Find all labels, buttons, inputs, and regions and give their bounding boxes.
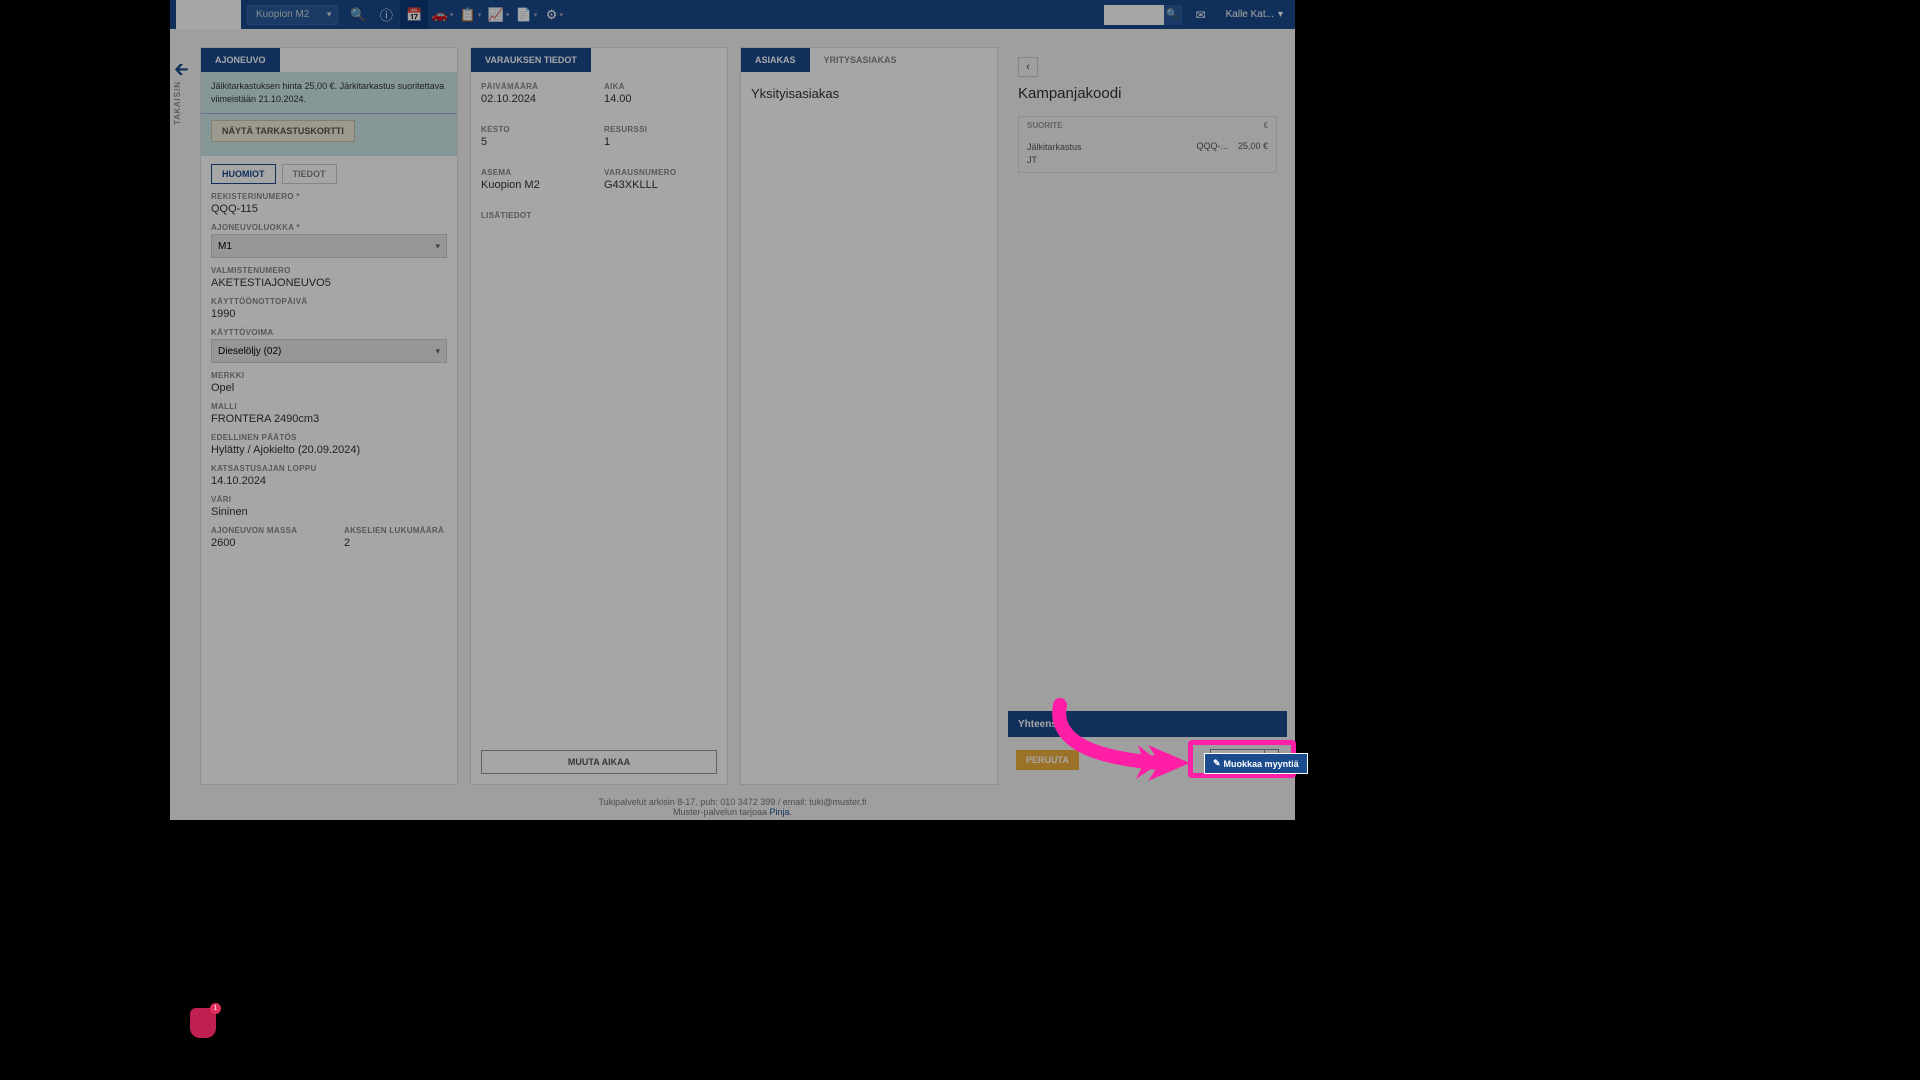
panel-back-button[interactable]: ‹ (1018, 57, 1038, 77)
value-inspect-end: 14.10.2024 (211, 475, 447, 487)
campaign-panel: ‹ Kampanjakoodi SUORITE € Jälkitarkastus… (1008, 47, 1287, 785)
item-price: 25,00 € (1238, 141, 1268, 151)
price-table: SUORITE € Jälkitarkastus JT QQQ-... 25,0… (1018, 116, 1277, 173)
value-vin: AKETESTIAJONEUVO5 (211, 277, 447, 289)
value-duration: 5 (481, 136, 594, 148)
label-vin: VALMISTENUMERO (211, 266, 447, 275)
value-resnum: G43XKLLL (604, 179, 717, 191)
label-resnum: VARAUSNUMERO (604, 168, 717, 177)
label-commission: KÄYTTÖÖNOTTOPÄIVÄ (211, 297, 447, 306)
select-class[interactable]: M1 (211, 234, 447, 258)
tab-business-customer[interactable]: Yritysasiakas (810, 48, 911, 72)
value-model: FRONTERA 2490cm3 (211, 413, 447, 425)
value-station: Kuopion M2 (481, 179, 594, 191)
value-commission: 1990 (211, 308, 447, 320)
car-icon[interactable]: 🚗▾ (428, 0, 456, 29)
label-duration: KESTO (481, 125, 594, 134)
th-suorite: SUORITE (1027, 121, 1063, 130)
label-inspect-end: KATSASTUSAJAN LOPPU (211, 464, 447, 473)
label-resource: RESURSSI (604, 125, 717, 134)
value-make: Opel (211, 382, 447, 394)
chart-icon[interactable]: 📈▾ (484, 0, 512, 29)
label-color: VÄRI (211, 495, 447, 504)
gear-icon[interactable]: ⚙▾ (540, 0, 568, 29)
subtab-huomiot[interactable]: HUOMIOT (211, 164, 276, 184)
search-nav-icon[interactable]: 🔍 (344, 0, 372, 29)
label-fuel: KÄYTTÖVOIMA (211, 328, 447, 337)
change-time-button[interactable]: MUUTA AIKAA (481, 750, 717, 774)
label-axles: AKSELIEN LUKUMÄÄRÄ (344, 526, 447, 535)
value-prev: Hylätty / Ajokielto (20.09.2024) (211, 444, 447, 456)
value-time: 14.00 (604, 93, 717, 105)
vehicle-panel: AJONEUVO Jälkitarkastuksen hinta 25,00 €… (200, 47, 458, 785)
label-time: AIKA (604, 82, 717, 91)
select-fuel[interactable]: Dieselöljy (02) (211, 339, 447, 363)
label-station: ASEMA (481, 168, 594, 177)
inspection-alert: Jälkitarkastuksen hinta 25,00 €. Järkita… (201, 72, 457, 114)
value-resource: 1 (604, 136, 717, 148)
value-reg: QQQ-115 (211, 203, 447, 215)
logo (176, 0, 241, 29)
help-widget[interactable] (190, 1008, 216, 1038)
label-make: MERKKI (211, 371, 447, 380)
label-mass: AJONEUVON MASSA (211, 526, 314, 535)
th-price: € (1264, 121, 1268, 130)
label-reg: REKISTERINUMERO * (211, 192, 447, 201)
item-sub: JT (1027, 154, 1082, 167)
value-mass: 2600 (211, 537, 314, 549)
item-code: QQQ-... (1196, 141, 1228, 151)
clipboard-icon[interactable]: 📋▾ (456, 0, 484, 29)
mail-icon[interactable]: ✉ (1188, 8, 1214, 22)
item-name: Jälkitarkastus (1027, 141, 1082, 154)
info-icon[interactable]: ⓘ (372, 0, 400, 29)
topbar: Kuopion M2 🔍 ⓘ 📅 🚗▾ 📋▾ 📈▾ 📄▾ ⚙▾ 🔍 ✉ Kall… (170, 0, 1295, 29)
footer: Tukipalvelut arkisin 8-17. puh: 010 3472… (170, 797, 1295, 817)
subtab-tiedot[interactable]: TIEDOT (282, 164, 337, 184)
calendar-icon[interactable]: 📅 (400, 0, 428, 29)
campaign-title: Kampanjakoodi (1018, 85, 1277, 102)
back-label: TAKAISIN (173, 81, 182, 125)
list-icon[interactable]: 📄▾ (512, 0, 540, 29)
edit-sale-button[interactable]: ✎Muokkaa myyntiä (1204, 753, 1308, 774)
show-inspection-card-button[interactable]: NÄYTÄ TARKASTUSKORTTI (211, 120, 355, 142)
label-date: PÄIVÄMÄÄRÄ (481, 82, 594, 91)
value-date: 02.10.2024 (481, 93, 594, 105)
value-color: Sininen (211, 506, 447, 518)
booking-panel: VARAUKSEN TIEDOT PÄIVÄMÄÄRÄ 02.10.2024 AI… (470, 47, 728, 785)
customer-panel: ASIAKAS Yritysasiakas Yksityisasiakas (740, 47, 998, 785)
tab-vehicle[interactable]: AJONEUVO (201, 48, 280, 72)
user-menu[interactable]: Kalle Kat... ▾ (1220, 9, 1289, 20)
value-axles: 2 (344, 537, 447, 549)
customer-type: Yksityisasiakas (751, 86, 987, 101)
tab-customer[interactable]: ASIAKAS (741, 48, 810, 72)
search-button[interactable]: 🔍 (1164, 5, 1182, 25)
station-select[interactable]: Kuopion M2 (247, 5, 338, 25)
label-prev: EDELLINEN PÄÄTÖS (211, 433, 447, 442)
pinja-link[interactable]: Pinja (770, 807, 790, 817)
table-row: Jälkitarkastus JT QQQ-... 25,00 € (1019, 135, 1276, 172)
search-input[interactable] (1104, 5, 1164, 25)
label-model: MALLI (211, 402, 447, 411)
tab-booking[interactable]: VARAUKSEN TIEDOT (471, 48, 591, 72)
label-class: AJONEUVOLUOKKA * (211, 223, 447, 232)
label-extra: LISÄTIEDOT (481, 211, 717, 220)
pencil-icon: ✎ (1213, 758, 1221, 769)
